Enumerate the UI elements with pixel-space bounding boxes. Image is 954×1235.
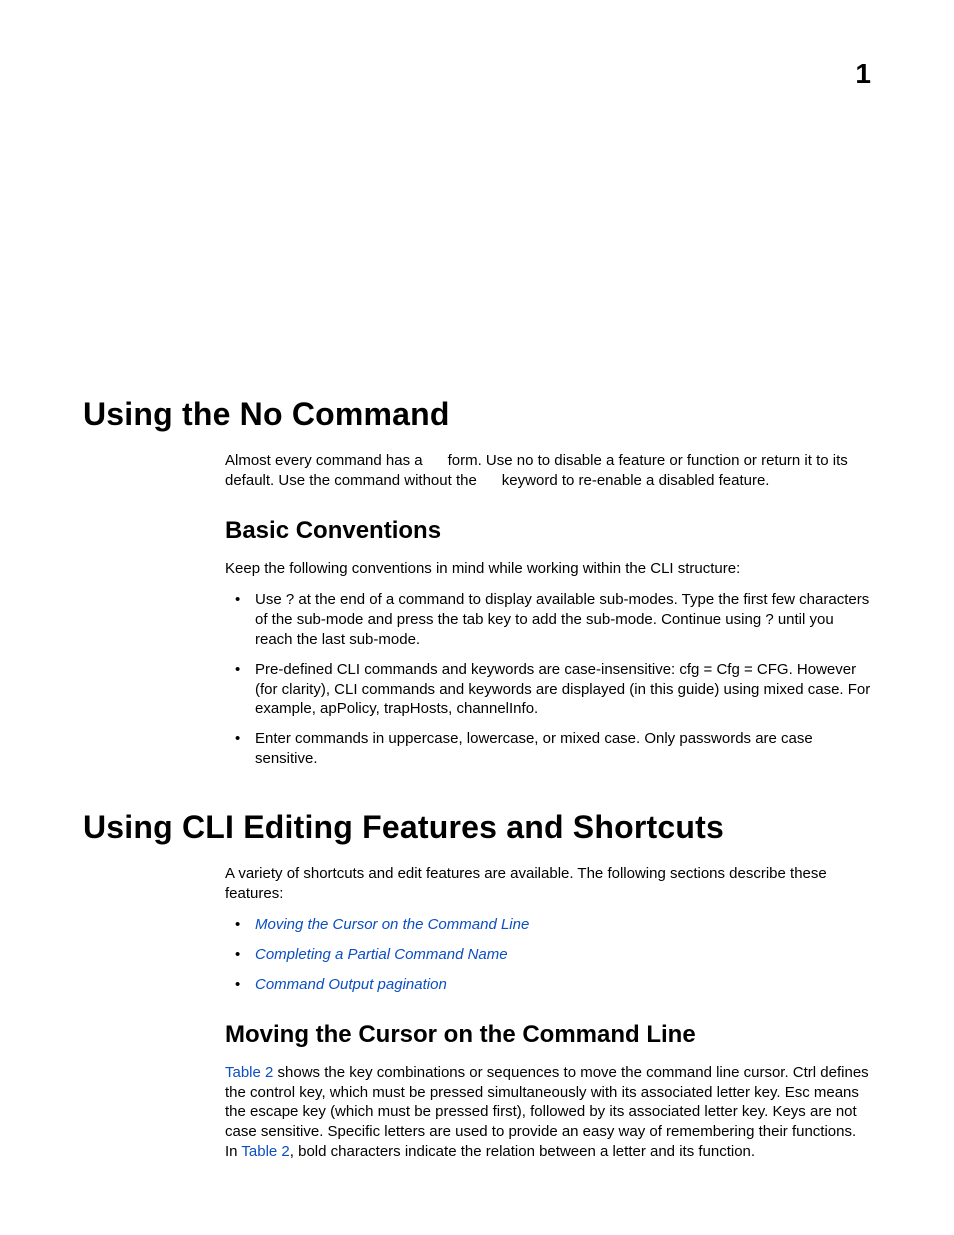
heading-cli-editing-features: Using CLI Editing Features and Shortcuts [83, 809, 871, 846]
list-item: Enter commands in uppercase, lowercase, … [255, 729, 871, 769]
list-item: Moving the Cursor on the Command Line [255, 915, 871, 935]
list-item: Pre-defined CLI commands and keywords ar… [255, 660, 871, 719]
link-completing-partial[interactable]: Completing a Partial Command Name [255, 946, 508, 963]
page-container: 1 Using the No Command Almost every comm… [0, 0, 954, 1235]
page-number: 1 [855, 58, 871, 90]
cli-features-links: Moving the Cursor on the Command Line Co… [225, 915, 871, 994]
cli-features-body: A variety of shortcuts and edit features… [225, 864, 871, 1162]
no-command-paragraph: Almost every command has a form. Use no … [225, 451, 871, 491]
link-command-output-pagination[interactable]: Command Output pagination [255, 976, 447, 993]
page-content: Using the No Command Almost every comman… [83, 396, 871, 1162]
cli-features-intro: A variety of shortcuts and edit features… [225, 864, 871, 904]
moving-cursor-paragraph: Table 2 shows the key combinations or se… [225, 1063, 871, 1162]
basic-conventions-intro: Keep the following conventions in mind w… [225, 559, 871, 579]
heading-using-no-command: Using the No Command [83, 396, 871, 433]
heading-basic-conventions: Basic Conventions [225, 517, 871, 545]
link-moving-cursor[interactable]: Moving the Cursor on the Command Line [255, 916, 529, 933]
cross-reference-table2-b[interactable]: Table 2 [241, 1143, 289, 1160]
moving-cursor-text-2: , bold characters indicate the relation … [290, 1143, 755, 1160]
list-item: Completing a Partial Command Name [255, 945, 871, 965]
no-command-body: Almost every command has a form. Use no … [225, 451, 871, 769]
cross-reference-table2[interactable]: Table 2 [225, 1064, 273, 1081]
basic-conventions-list: Use ? at the end of a command to display… [225, 590, 871, 768]
list-item: Command Output pagination [255, 975, 871, 995]
list-item: Use ? at the end of a command to display… [255, 590, 871, 649]
heading-moving-cursor: Moving the Cursor on the Command Line [225, 1021, 871, 1049]
